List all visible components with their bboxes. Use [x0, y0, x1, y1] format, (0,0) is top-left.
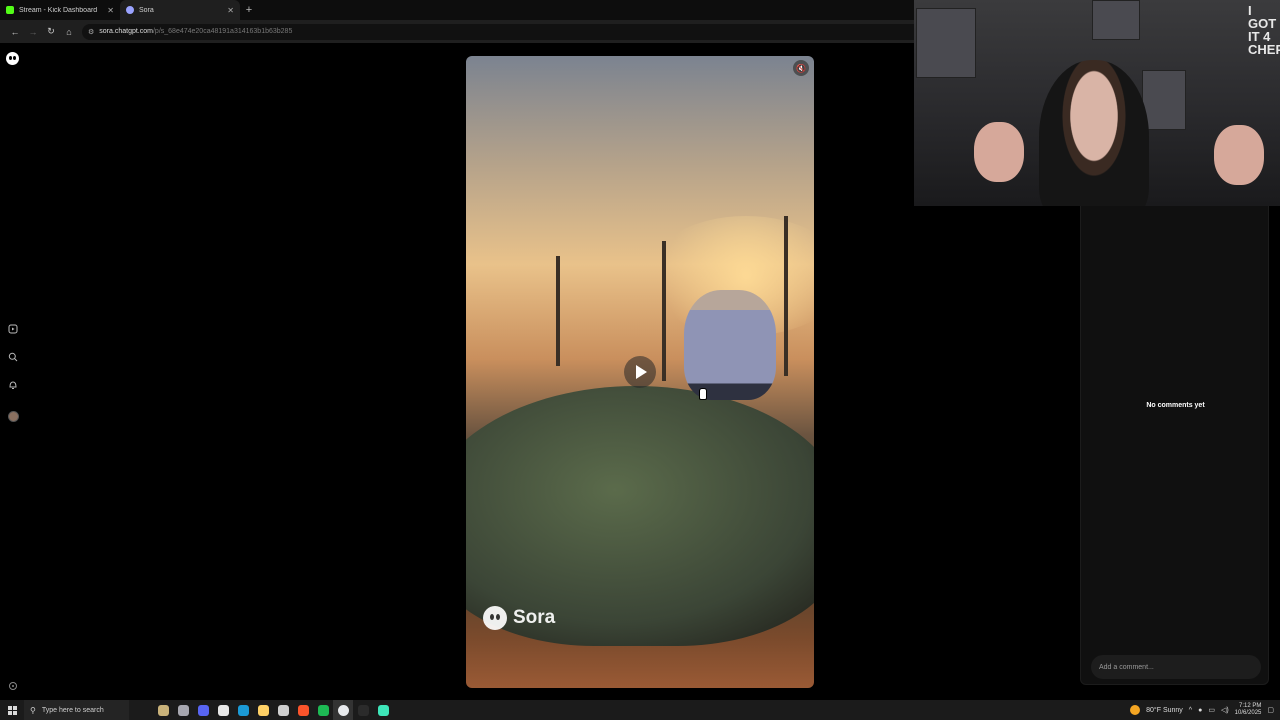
taskbar-app-icon[interactable] — [293, 700, 313, 720]
taskbar-app-icon[interactable] — [313, 700, 333, 720]
clock-date: 10/6/2025 — [1234, 710, 1262, 716]
app-glyph-icon — [277, 704, 289, 716]
app-glyph-icon — [217, 704, 229, 716]
palm-tree — [662, 241, 666, 381]
streamer-image — [1039, 60, 1149, 206]
show-hidden-icons-icon[interactable]: ^ — [1189, 707, 1192, 714]
system-tray: 80°F Sunny ^ ● ▭ ◁) 7:12 PM 10/6/2025 ▢ — [1130, 700, 1280, 720]
taskbar-app-icon[interactable] — [253, 700, 273, 720]
app-glyph-icon — [257, 704, 269, 716]
reload-icon[interactable]: ↻ — [42, 23, 60, 41]
app-glyph-icon — [237, 704, 249, 716]
wall-sign-text: I GOT IT 4 CHEP — [1248, 3, 1280, 57]
taskbar-app-icon[interactable] — [193, 700, 213, 720]
mouse-cursor-icon — [699, 388, 707, 400]
network-icon[interactable]: ▭ — [1208, 706, 1215, 714]
kick-favicon-icon — [6, 6, 14, 14]
settings-icon[interactable] — [7, 680, 19, 692]
close-tab-icon[interactable]: ✕ — [227, 6, 234, 15]
volume-icon[interactable]: ◁) — [1221, 706, 1229, 714]
tab-title: Stream - Kick Dashboard — [19, 6, 98, 14]
windows-start-button[interactable] — [0, 700, 24, 720]
tab-title: Sora — [139, 6, 154, 14]
webcam-overlay: I GOT IT 4 CHEP — [914, 0, 1280, 206]
home-nav-icon[interactable] — [7, 323, 19, 335]
weather-sun-icon — [1130, 705, 1141, 715]
app-glyph-icon — [377, 704, 389, 716]
taskbar-app-icon[interactable] — [373, 700, 393, 720]
windows-logo-icon — [7, 705, 17, 715]
rider-image — [684, 290, 776, 400]
new-tab-button[interactable]: + — [240, 4, 258, 16]
streamer-hand — [974, 122, 1024, 182]
taskbar-app-icon[interactable] — [233, 700, 253, 720]
microphone-icon[interactable]: ● — [1198, 707, 1202, 714]
app-glyph-icon — [157, 704, 169, 716]
forward-icon[interactable]: → — [24, 23, 42, 41]
clock[interactable]: 7:12 PM 10/6/2025 — [1235, 703, 1262, 717]
taskbar-search-box[interactable]: ⚲ Type here to search — [24, 700, 129, 720]
play-button[interactable] — [624, 356, 656, 388]
app-glyph-icon — [297, 704, 309, 716]
play-icon — [636, 365, 647, 379]
app-glyph-icon — [177, 704, 189, 716]
mute-icon[interactable]: 🔇 — [793, 60, 809, 76]
app-glyph-icon — [197, 704, 209, 716]
taskbar-app-icon[interactable] — [333, 700, 353, 720]
taskbar-app-icon[interactable] — [173, 700, 193, 720]
taskbar-app-icon[interactable] — [153, 700, 173, 720]
site-info-icon[interactable]: ⚙ — [88, 28, 94, 36]
notification-center-icon[interactable]: ▢ — [1267, 706, 1274, 714]
app-glyph-icon — [357, 704, 369, 716]
close-tab-icon[interactable]: ✕ — [107, 6, 114, 15]
watermark-text: Sora — [513, 607, 556, 628]
sora-watermark: Sora — [483, 606, 555, 630]
app-glyph-icon — [337, 704, 349, 716]
clock-time: 7:12 PM — [1239, 703, 1262, 709]
url-path: /p/s_68e474e20ca48191a314163b1b63b285 — [152, 28, 293, 35]
tab-sora[interactable]: Sora ✕ — [120, 0, 240, 20]
taskbar-app-icon[interactable] — [273, 700, 293, 720]
comment-input[interactable]: Add a comment... — [1091, 655, 1261, 679]
tab-kick-dashboard[interactable]: Stream - Kick Dashboard ✕ — [0, 0, 120, 20]
no-comments-text: No comments yet — [1146, 402, 1205, 409]
wall-poster — [1142, 70, 1186, 130]
taskbar-app-icon[interactable] — [353, 700, 373, 720]
wall-poster — [916, 8, 976, 78]
taskbar-apps — [153, 700, 393, 720]
search-icon[interactable] — [7, 351, 19, 363]
search-icon: ⚲ — [30, 705, 36, 715]
back-icon[interactable]: ← — [6, 23, 24, 41]
app-glyph-icon — [317, 704, 329, 716]
taskbar-app-icon[interactable] — [213, 700, 233, 720]
comments-panel: No comments yet Add a comment... — [1080, 198, 1269, 685]
palm-tree — [784, 216, 788, 376]
profile-avatar[interactable] — [7, 410, 19, 422]
streamer-hand — [1214, 125, 1264, 185]
home-icon[interactable]: ⌂ — [60, 23, 78, 41]
sora-favicon-icon — [126, 6, 134, 14]
taskbar-search-placeholder: Type here to search — [41, 706, 104, 714]
notifications-bell-icon[interactable] — [7, 379, 19, 391]
sora-watermark-logo-icon — [483, 606, 507, 630]
wall-poster — [1092, 0, 1140, 40]
weather-text[interactable]: 80°F Sunny — [1146, 707, 1183, 714]
url-host: sora.chatgpt.com — [99, 28, 153, 35]
sora-logo-icon[interactable] — [6, 52, 19, 65]
windows-taskbar: ⚲ Type here to search 80°F Sunny ^ ● ▭ ◁… — [0, 700, 1280, 720]
video-player[interactable]: 🔇 Sora — [466, 56, 814, 688]
palm-tree — [556, 256, 560, 366]
